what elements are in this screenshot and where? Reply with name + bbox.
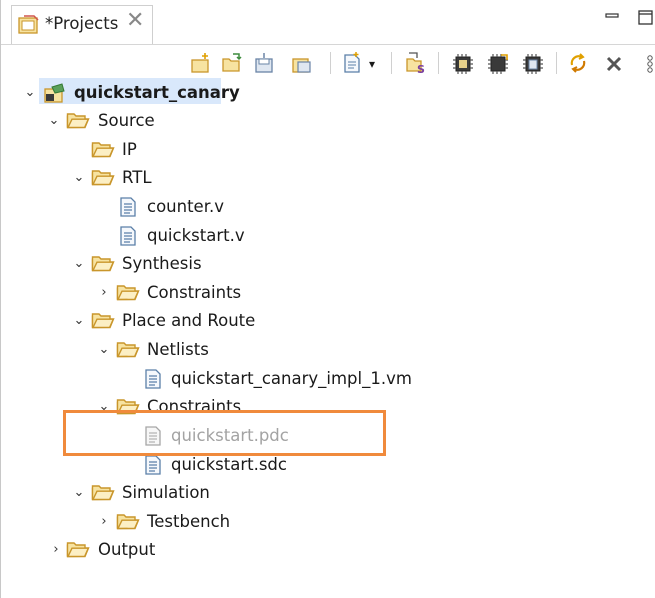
tree-item-output[interactable]: › Output <box>1 537 655 566</box>
folder-icon <box>66 111 90 131</box>
chevron-down-icon[interactable]: ⌄ <box>72 314 86 328</box>
file-icon <box>116 197 140 217</box>
more-icon[interactable] <box>639 51 655 75</box>
tree-label-place-route: Place and Route <box>122 311 256 330</box>
tree-item-rtl[interactable]: ⌄ RTL <box>1 165 655 194</box>
close-icon[interactable]: ✕ <box>126 10 144 32</box>
project-icon <box>44 83 65 103</box>
tree-label-root: quickstart_canary <box>74 83 240 102</box>
chevron-down-icon[interactable]: ⌄ <box>72 486 86 500</box>
chevron-down-icon[interactable]: ⌄ <box>97 343 111 357</box>
chevron-right-icon[interactable]: › <box>97 515 111 529</box>
chevron-right-icon[interactable]: › <box>97 286 111 300</box>
tree-label-syn-constraints: Constraints <box>147 283 242 302</box>
folder-icon <box>116 283 140 303</box>
dropdown-arrow-icon[interactable]: ▾ <box>369 57 375 71</box>
tree-item-testbench[interactable]: › Testbench <box>1 509 655 538</box>
delete-icon[interactable] <box>603 51 625 75</box>
maximize-icon[interactable] <box>638 10 654 30</box>
tree-item-impl-vm[interactable]: quickstart_canary_impl_1.vm <box>1 366 655 395</box>
folder-icon <box>91 483 115 503</box>
file-icon <box>141 369 165 389</box>
tab-title: *Projects <box>45 14 119 33</box>
tree-label-impl-vm: quickstart_canary_impl_1.vm <box>171 369 412 388</box>
tree-label-netlists: Netlists <box>147 340 209 359</box>
new-dropdown-icon[interactable] <box>342 51 364 75</box>
tree-label-quickstart-v: quickstart.v <box>147 226 245 245</box>
chip-icon[interactable] <box>452 51 474 75</box>
tree-label-ip: IP <box>122 140 137 159</box>
chevron-right-icon[interactable]: › <box>49 543 63 557</box>
tree-item-syn-constraints[interactable]: › Constraints <box>1 280 655 309</box>
chevron-down-icon[interactable]: ⌄ <box>23 86 37 100</box>
tree-item-netlists[interactable]: ⌄ Netlists <box>1 337 655 366</box>
folder-icon <box>91 254 115 274</box>
folder-icon <box>91 140 115 160</box>
save-icon[interactable] <box>254 51 276 75</box>
tree-label-sdc: quickstart.sdc <box>171 455 287 474</box>
tree-label-counter: counter.v <box>147 197 224 216</box>
file-icon <box>116 226 140 246</box>
tree-item-place-route[interactable]: ⌄ Place and Route <box>1 308 655 337</box>
chevron-down-icon[interactable]: ⌄ <box>72 257 86 271</box>
folder-icon <box>91 311 115 331</box>
tab-bar: *Projects ✕ <box>1 0 655 45</box>
folder-icon <box>91 168 115 188</box>
open-file-icon[interactable] <box>221 51 243 75</box>
folder-icon <box>66 540 90 560</box>
projects-panel: *Projects ✕ ▾ S ⌄ quickstart_canary ⌄ So… <box>0 0 655 598</box>
synthesis-icon[interactable]: S <box>405 51 427 76</box>
tree-label-output: Output <box>98 540 156 559</box>
tree-item-quickstart-v[interactable]: quickstart.v <box>1 223 655 252</box>
file-icon <box>141 455 165 475</box>
svg-text:S: S <box>417 63 425 75</box>
tree-item-ip[interactable]: IP <box>1 137 655 166</box>
tree-item-sdc[interactable]: quickstart.sdc <box>1 452 655 481</box>
chevron-down-icon[interactable]: ⌄ <box>72 171 86 185</box>
tree-item-simulation[interactable]: ⌄ Simulation <box>1 480 655 509</box>
tree-item-counter[interactable]: counter.v <box>1 194 655 223</box>
tree-label-simulation: Simulation <box>122 483 210 502</box>
chip-run-icon[interactable] <box>487 51 509 75</box>
tab-projects[interactable]: *Projects ✕ <box>11 5 153 44</box>
tree-label-source: Source <box>98 111 155 130</box>
minimize-icon[interactable] <box>605 10 619 28</box>
projects-icon <box>18 15 39 34</box>
new-file-icon[interactable] <box>190 51 212 75</box>
tree-label-testbench: Testbench <box>147 512 231 531</box>
tree-label-rtl: RTL <box>122 168 152 187</box>
refresh-icon[interactable] <box>567 51 589 75</box>
folder-icon <box>116 340 140 360</box>
folder-icon <box>116 512 140 532</box>
highlight-box <box>63 410 386 456</box>
save-all-icon[interactable] <box>291 51 313 75</box>
tree-label-synthesis: Synthesis <box>122 254 202 273</box>
tree-item-source[interactable]: ⌄ Source <box>1 108 655 137</box>
chip-save-icon[interactable] <box>522 51 544 75</box>
chevron-down-icon[interactable]: ⌄ <box>47 114 61 128</box>
tree-item-root[interactable]: ⌄ quickstart_canary <box>1 78 655 109</box>
tree-item-synthesis[interactable]: ⌄ Synthesis <box>1 251 655 280</box>
